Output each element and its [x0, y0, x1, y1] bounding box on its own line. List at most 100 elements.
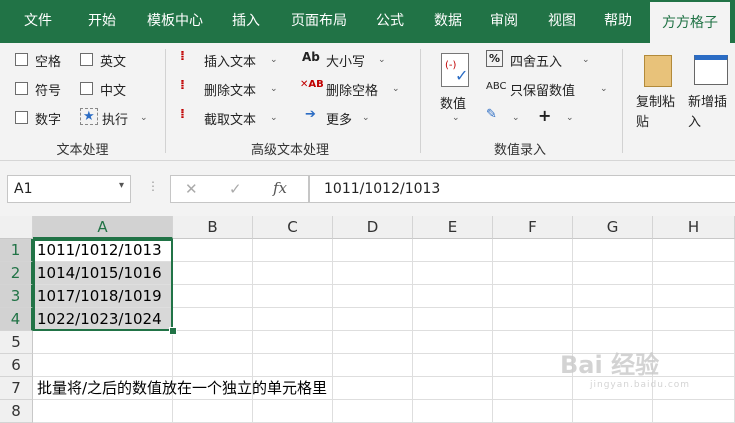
cell-d1[interactable]	[333, 239, 413, 262]
number-value-button[interactable]: 数值	[440, 93, 466, 112]
row-header-4[interactable]: 4	[0, 308, 33, 331]
cell-e6[interactable]	[413, 354, 493, 377]
cell-c1[interactable]	[253, 239, 333, 262]
tab-formulas[interactable]: 公式	[362, 0, 418, 43]
symbol-checkbox[interactable]	[15, 82, 28, 95]
tab-page-layout[interactable]: 页面布局	[280, 0, 358, 43]
edit-dropdown-icon[interactable]: ⌄	[512, 113, 520, 123]
cell-d3[interactable]	[333, 285, 413, 308]
tab-help[interactable]: 帮助	[590, 0, 646, 43]
fill-handle[interactable]	[169, 327, 177, 335]
cell-e1[interactable]	[413, 239, 493, 262]
cell-a2[interactable]: 1014/1015/1016	[33, 262, 173, 285]
insert-text-dropdown-icon[interactable]: ⌄	[270, 55, 278, 65]
cell-d7[interactable]	[333, 377, 413, 400]
cell-b5[interactable]	[173, 331, 253, 354]
english-checkbox[interactable]	[80, 53, 93, 66]
cancel-icon[interactable]: ✕	[185, 180, 198, 198]
delete-text-dropdown-icon[interactable]: ⌄	[270, 84, 278, 94]
tab-fangfanggezi[interactable]: 方方格子	[650, 1, 730, 44]
copy-paste-button[interactable]: 复制粘贴	[636, 93, 684, 133]
remove-space-dropdown-icon[interactable]: ⌄	[392, 84, 400, 94]
number-checkbox[interactable]	[15, 111, 28, 124]
extract-text-button[interactable]: 截取文本	[204, 109, 256, 128]
cell-e7[interactable]	[413, 377, 493, 400]
execute-dropdown-icon[interactable]: ⌄	[140, 113, 148, 123]
cell-h2[interactable]	[653, 262, 735, 285]
add-insert-button[interactable]: 新增插入	[688, 93, 735, 133]
cell-b4[interactable]	[173, 308, 253, 331]
column-header-b[interactable]: B	[173, 216, 253, 239]
extract-text-dropdown-icon[interactable]: ⌄	[270, 113, 278, 123]
tab-insert[interactable]: 插入	[218, 0, 274, 43]
cell-f8[interactable]	[493, 400, 573, 423]
cell-b7[interactable]	[173, 377, 253, 400]
insert-text-button[interactable]: 插入文本	[204, 51, 256, 70]
row-header-5[interactable]: 5	[0, 331, 33, 354]
cell-b1[interactable]	[173, 239, 253, 262]
cell-d4[interactable]	[333, 308, 413, 331]
tab-file[interactable]: 文件	[8, 0, 68, 43]
execute-button[interactable]: 执行	[102, 109, 128, 128]
row-header-6[interactable]: 6	[0, 354, 33, 377]
row-header-7[interactable]: 7	[0, 377, 33, 400]
cell-b2[interactable]	[173, 262, 253, 285]
cell-e3[interactable]	[413, 285, 493, 308]
name-box-dropdown-icon[interactable]: ▾	[119, 180, 124, 191]
cell-c3[interactable]	[253, 285, 333, 308]
row-header-3[interactable]: 3	[0, 285, 33, 308]
cell-h8[interactable]	[653, 400, 735, 423]
cell-a1[interactable]: 1011/1012/1013	[33, 239, 173, 262]
tab-review[interactable]: 审阅	[476, 0, 532, 43]
cell-b3[interactable]	[173, 285, 253, 308]
cell-h1[interactable]	[653, 239, 735, 262]
cell-b8[interactable]	[173, 400, 253, 423]
row-header-2[interactable]: 2	[0, 262, 33, 285]
number-value-dropdown-icon[interactable]: ⌄	[452, 113, 460, 123]
cell-d2[interactable]	[333, 262, 413, 285]
name-box[interactable]: A1 ▾	[7, 175, 131, 203]
cell-e4[interactable]	[413, 308, 493, 331]
cell-g3[interactable]	[573, 285, 653, 308]
cell-e8[interactable]	[413, 400, 493, 423]
cell-g1[interactable]	[573, 239, 653, 262]
column-header-a[interactable]: A	[33, 216, 173, 239]
tab-view[interactable]: 视图	[534, 0, 590, 43]
space-checkbox[interactable]	[15, 53, 28, 66]
row-header-1[interactable]: 1	[0, 239, 33, 262]
tab-home[interactable]: 开始	[72, 0, 132, 43]
keep-number-dropdown-icon[interactable]: ⌄	[600, 84, 608, 94]
cell-c8[interactable]	[253, 400, 333, 423]
cell-h4[interactable]	[653, 308, 735, 331]
plus-dropdown-icon[interactable]: ⌄	[566, 113, 574, 123]
round-dropdown-icon[interactable]: ⌄	[582, 55, 590, 65]
cell-e5[interactable]	[413, 331, 493, 354]
cell-d5[interactable]	[333, 331, 413, 354]
cell-g4[interactable]	[573, 308, 653, 331]
column-header-c[interactable]: C	[253, 216, 333, 239]
column-header-e[interactable]: E	[413, 216, 493, 239]
cell-b6[interactable]	[173, 354, 253, 377]
cell-d8[interactable]	[333, 400, 413, 423]
cell-a8[interactable]	[33, 400, 173, 423]
remove-space-button[interactable]: 删除空格	[326, 80, 378, 99]
cell-h3[interactable]	[653, 285, 735, 308]
delete-text-button[interactable]: 删除文本	[204, 80, 256, 99]
column-header-f[interactable]: F	[493, 216, 573, 239]
cell-a7[interactable]: 批量将/之后的数值放在一个独立的单元格里	[33, 377, 327, 400]
enter-icon[interactable]: ✓	[229, 180, 242, 198]
cell-c7[interactable]	[253, 377, 333, 400]
cell-a6[interactable]	[33, 354, 173, 377]
column-header-d[interactable]: D	[333, 216, 413, 239]
row-header-8[interactable]: 8	[0, 400, 33, 423]
cell-f1[interactable]	[493, 239, 573, 262]
cell-c4[interactable]	[253, 308, 333, 331]
cell-c2[interactable]	[253, 262, 333, 285]
more-dropdown-icon[interactable]: ⌄	[362, 113, 370, 123]
cell-a5[interactable]	[33, 331, 173, 354]
chinese-checkbox[interactable]	[80, 82, 93, 95]
cell-a4[interactable]: 1022/1023/1024	[33, 308, 173, 331]
cell-a3[interactable]: 1017/1018/1019	[33, 285, 173, 308]
cell-f2[interactable]	[493, 262, 573, 285]
keep-number-button[interactable]: 只保留数值	[510, 80, 575, 99]
